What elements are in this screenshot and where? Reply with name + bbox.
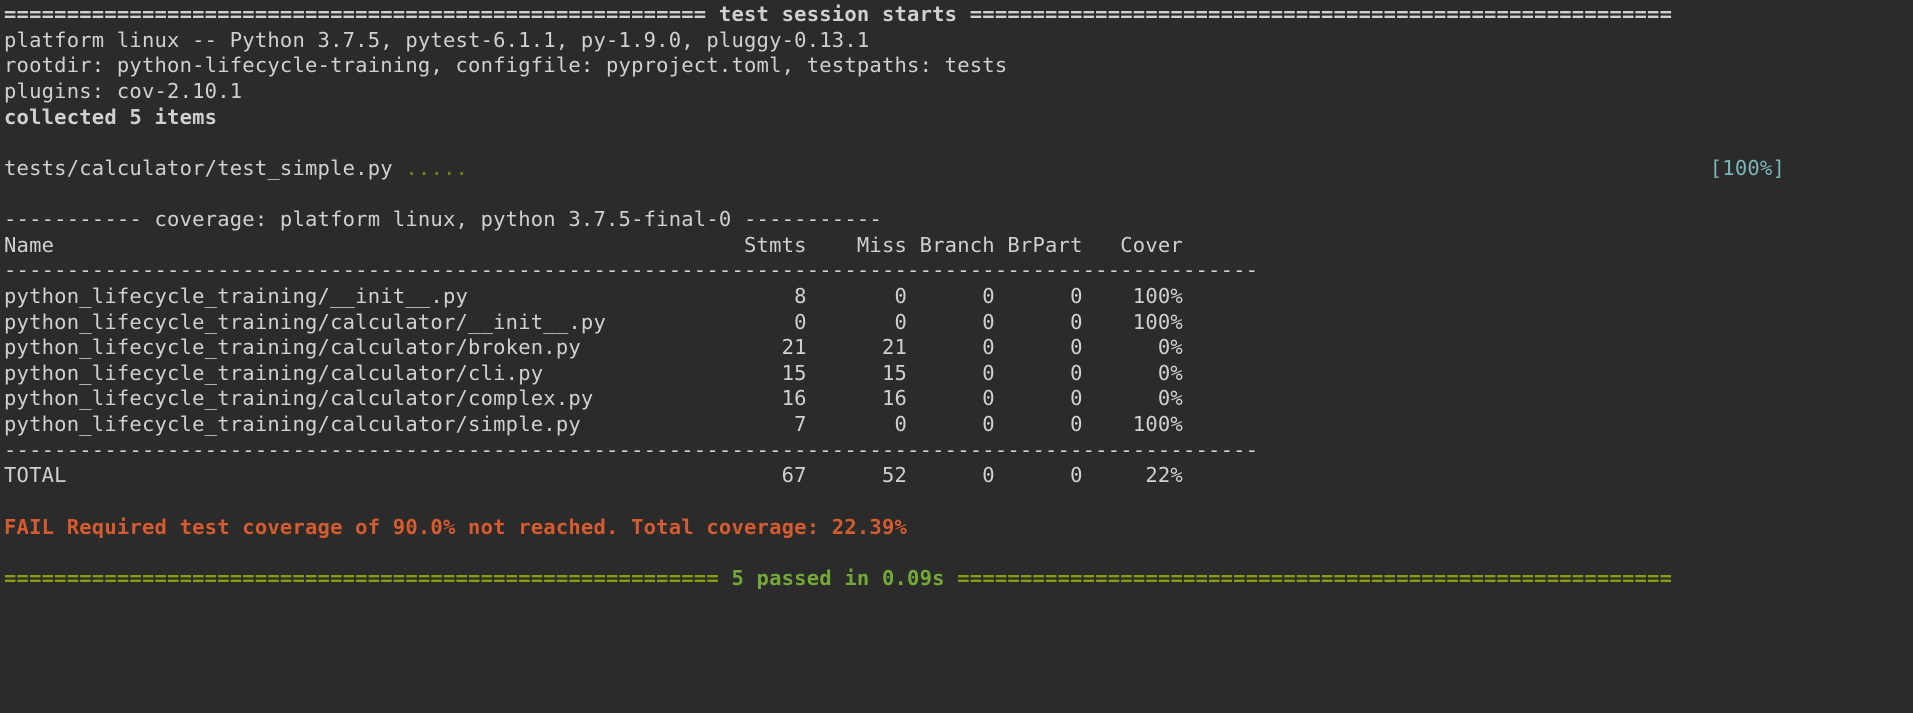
coverage-fail: FAIL Required test coverage of 90.0% not… [4, 515, 907, 539]
coverage-total: TOTAL 67 52 0 0 22% [4, 463, 1909, 489]
coverage-row: python_lifecycle_training/calculator/__i… [4, 310, 1909, 336]
test-progress-line: tests/calculator/test_simple.py ..... [1… [4, 156, 1909, 182]
coverage-sep-bottom: ----------------------------------------… [4, 438, 1909, 464]
coverage-row: python_lifecycle_training/calculator/sim… [4, 412, 1909, 438]
passed-count: 5 passed [731, 566, 831, 590]
elapsed-time: in 0.09s [832, 566, 945, 590]
test-dots: ..... [405, 156, 468, 180]
coverage-row: python_lifecycle_training/__init__.py 8 … [4, 284, 1909, 310]
terminal-output: ========================================… [4, 2, 1909, 591]
test-file: tests/calculator/test_simple.py [4, 156, 405, 180]
coverage-row: python_lifecycle_training/calculator/cli… [4, 361, 1909, 387]
collected-line: collected 5 items [4, 105, 1909, 131]
plugins-line: plugins: cov-2.10.1 [4, 79, 1909, 105]
progress-percent: [100%] [1710, 156, 1785, 180]
coverage-row: python_lifecycle_training/calculator/bro… [4, 335, 1909, 361]
coverage-fail-line: FAIL Required test coverage of 90.0% not… [4, 515, 1909, 541]
session-footer: ========================================… [4, 566, 1909, 592]
coverage-row: python_lifecycle_training/calculator/com… [4, 386, 1909, 412]
coverage-sep-top: ----------------------------------------… [4, 258, 1909, 284]
coverage-table-header: Name Stmts Miss Branch BrPart Cover [4, 233, 1909, 259]
coverage-header: ----------- coverage: platform linux, py… [4, 207, 1909, 233]
rootdir-line: rootdir: python-lifecycle-training, conf… [4, 53, 1909, 79]
session-title: test session starts [719, 2, 957, 26]
platform-line: platform linux -- Python 3.7.5, pytest-6… [4, 28, 1909, 54]
session-banner: ========================================… [4, 2, 1909, 28]
